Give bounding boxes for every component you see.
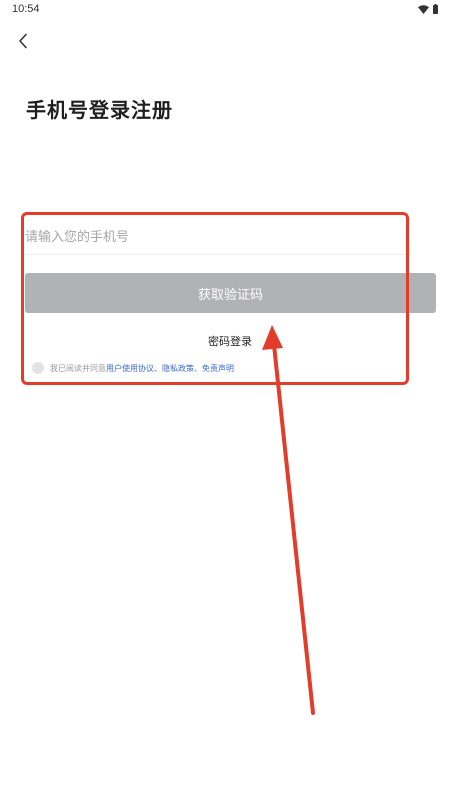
get-code-button[interactable]: 获取验证码 (25, 273, 436, 313)
phone-input[interactable] (25, 220, 410, 255)
user-agreement-link[interactable]: 用户使用协议 (106, 363, 154, 374)
agreement-separator: 、 (154, 363, 162, 373)
privacy-policy-link[interactable]: 隐私政策 (162, 363, 194, 374)
status-bar: 10:54 (0, 0, 450, 20)
back-button[interactable] (12, 30, 34, 52)
wifi-icon (418, 4, 429, 14)
agree-checkbox[interactable] (32, 362, 44, 374)
status-icons (418, 3, 438, 15)
agreement-prefix: 我已阅读并同意 (50, 363, 106, 373)
password-login-link[interactable]: 密码登录 (0, 333, 450, 349)
chevron-left-icon (19, 33, 27, 49)
agreement-separator: 、 (194, 363, 202, 373)
battery-icon (433, 4, 438, 14)
disclaimer-link[interactable]: 免责声明 (202, 363, 234, 374)
agreement-row: 我已阅读并同意 用户使用协议 、 隐私政策 、 免责声明 (32, 362, 234, 374)
status-time: 10:54 (12, 3, 40, 15)
page-title: 手机号登录注册 (26, 98, 173, 122)
annotation-arrow-shaft (272, 343, 315, 715)
